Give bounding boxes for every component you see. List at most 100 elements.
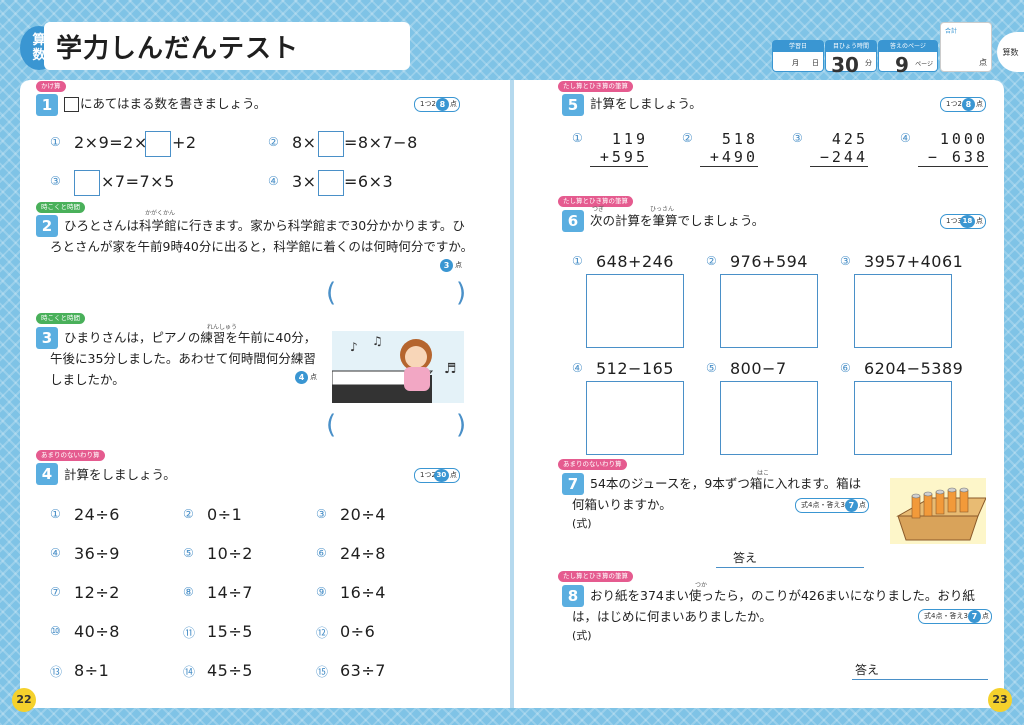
q5-item-2-column: 518 +490 [700,130,758,167]
q7-points-unit: 点 [858,501,866,509]
q4-item-10-expression: 40÷8 [74,622,120,641]
q6-item-4-number: ④ [572,361,583,375]
q2-answer-paren-left: ( [326,278,337,308]
q6-item-4-expression: 512−165 [596,359,674,378]
q6-item-5-number: ⑤ [706,361,717,375]
q7-answer-line[interactable] [716,566,864,568]
q6-points-unit: 点 [975,217,983,225]
q4-item-9-expression: 16÷4 [340,583,386,602]
q1-points-value: 8 [435,98,449,111]
q6-item-3-expression: 3957+4061 [864,252,964,271]
q7-points-value: 7 [844,499,858,512]
q4-item-13-expression: 8÷1 [74,661,110,680]
svg-text:♪: ♪ [350,340,358,354]
q6-item-3-number: ③ [840,254,851,268]
q5-item-3-top: 425 [831,130,868,148]
q6-number: 6 [562,210,584,232]
q8-answer-label: 答え [855,663,880,677]
q1-blank-symbol [64,97,79,112]
q4-item-1-expression: 24÷6 [74,505,120,524]
q5-points-value: 8 [961,98,975,111]
q4-item-6-number: ⑥ [316,546,327,560]
q7-line-1: 54本のジュースを，9本ずつ箱に入れます。箱は [590,476,862,491]
q1-item-3-answer-box[interactable] [74,170,100,196]
q4-item-12-number: ⑫ [316,626,329,640]
q8-points: 式4点・答え3点 7 点 [918,609,992,624]
q8-line-2: は，はじめに何まいありましたか。 [572,609,772,624]
q1-text: にあてはまる数を書きましょう。 [80,96,267,111]
answer-page-label: 答えのページ [879,41,937,52]
q4-item-2-number: ② [183,507,194,521]
q2-answer-field[interactable] [342,282,454,308]
q5-points: 1つ2点 8 点 [940,97,986,112]
left-page-number: 22 [12,688,36,712]
q1-item-3-number: ③ [50,174,61,188]
juice-box-illustration [890,478,986,544]
q1-item-2-prefix: 8× [292,133,317,152]
svg-text:♬: ♬ [444,361,457,377]
q6-item-1-work-box[interactable] [586,274,684,348]
q4-item-15-number: ⑮ [316,665,329,679]
svg-text:♫: ♫ [372,334,383,348]
q8-answer-line[interactable] [852,678,988,680]
q6-item-5-work-box[interactable] [720,381,818,455]
q3-points-unit: 点 [310,373,317,381]
day-unit: 日 [812,59,819,67]
q1-points: 1つ2点 8 点 [414,97,460,112]
q3-line-3: しましたか。 [50,372,125,387]
q2-category-tag: 時こくと時間 [36,202,85,213]
q1-item-2-answer-box[interactable] [318,131,344,157]
q4-item-2-expression: 0÷1 [207,505,243,524]
q5-item-3-bottom: −244 [810,148,868,167]
q3-answer-field[interactable] [342,414,454,440]
target-time-label: 目ひょう時間 [826,41,876,52]
answer-page-unit: ページ [915,61,933,68]
q1-number: 1 [36,94,58,116]
q4-item-4-expression: 36÷9 [74,544,120,563]
answer-page-box: 答えのページ 9 ページ [878,40,938,77]
q6-item-6-number: ⑥ [840,361,851,375]
q8-formula-field[interactable] [572,642,872,662]
q4-points-unit: 点 [449,471,457,479]
q6-item-2-number: ② [706,254,717,268]
q5-item-1-column: 119 +595 [590,130,648,167]
study-date-label: 学習日 [773,41,823,52]
q7-category-tag: あまりのないわり算 [558,459,627,470]
q4-item-8-expression: 14÷7 [207,583,253,602]
q6-item-6-expression: 6204−5389 [864,359,964,378]
q7-line-2: 何箱いりますか。 [572,497,672,512]
q4-category-tag: あまりのないわり算 [36,450,105,461]
q5-number: 5 [562,94,584,116]
q3-category-tag: 時こくと時間 [36,313,85,324]
q6-item-4-work-box[interactable] [586,381,684,455]
q4-item-7-number: ⑦ [50,585,61,599]
q1-item-4-answer-box[interactable] [318,170,344,196]
q6-points: 1つ3点 18 点 [940,214,986,229]
q3-points-value: 4 [295,371,308,384]
q8-number: 8 [562,585,584,607]
q4-item-4-number: ④ [50,546,61,560]
q7-formula-field[interactable] [572,530,872,550]
q1-category-tag: かけ算 [36,81,66,92]
q4-item-13-number: ⑬ [50,665,63,679]
q4-item-12-expression: 0÷6 [340,622,376,641]
q2-answer-paren-right: ) [456,278,467,308]
q8-points-value: 7 [967,610,981,623]
q4-item-1-number: ① [50,507,61,521]
q1-item-3-suffix: ×7=7×5 [101,172,175,191]
q5-item-2-number: ② [682,131,693,145]
q1-item-1-answer-box[interactable] [145,131,171,157]
q6-item-3-work-box[interactable] [854,274,952,348]
q6-item-2-expression: 976+594 [730,252,808,271]
total-score-unit: 点 [979,58,987,67]
q1-points-unit: 点 [449,100,457,108]
q2-line-1: ひろとさんは科学館に行きます。家から科学館まで30分かかります。ひ [64,218,465,233]
q4-item-7-expression: 12÷2 [74,583,120,602]
q5-item-2-top: 518 [721,130,758,148]
q5-item-1-top: 119 [611,130,648,148]
q5-item-1-number: ① [572,131,583,145]
q1-item-4-number: ④ [268,174,279,188]
q6-item-6-work-box[interactable] [854,381,952,455]
q1-item-1-suffix: +2 [172,133,197,152]
q6-item-2-work-box[interactable] [720,274,818,348]
